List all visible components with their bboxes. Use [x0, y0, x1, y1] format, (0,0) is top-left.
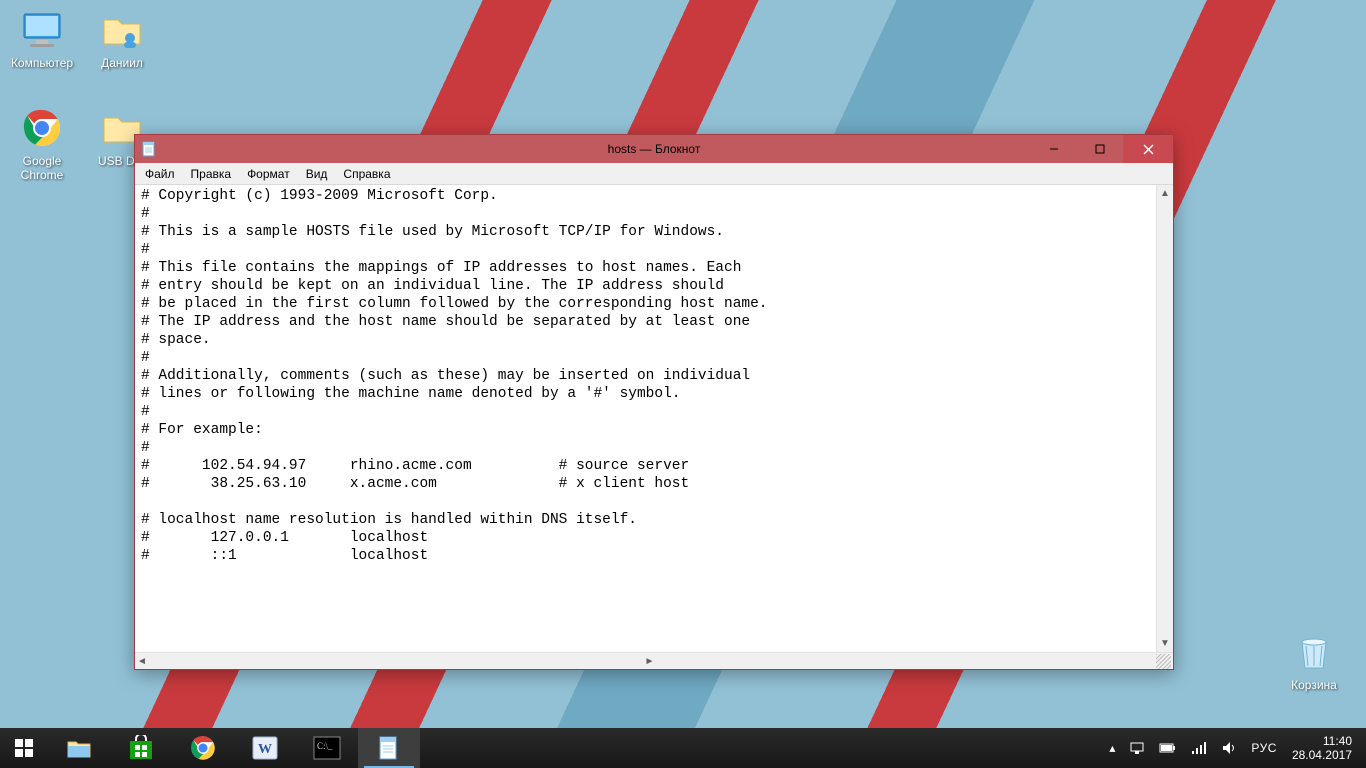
tray-language[interactable]: РУС — [1246, 741, 1282, 755]
system-tray: ▴ РУС 11:40 28.04.2017 — [1096, 728, 1366, 768]
taskbar-item-explorer[interactable] — [48, 728, 110, 768]
desktop-icon-computer[interactable]: Компьютер — [6, 6, 78, 86]
tray-action-center-icon[interactable] — [1124, 740, 1150, 756]
taskbar: W C:\_ ▴ РУС 11:40 28.04.2017 — [0, 728, 1366, 768]
taskbar-item-cmd[interactable]: C:\_ — [296, 728, 358, 768]
tray-time: 11:40 — [1292, 734, 1352, 748]
window-controls — [1031, 135, 1173, 163]
resize-grip-icon[interactable] — [1156, 654, 1171, 669]
scroll-up-icon[interactable]: ▲ — [1157, 185, 1173, 202]
minimize-button[interactable] — [1031, 135, 1077, 163]
close-button[interactable] — [1123, 135, 1173, 163]
desktop-icon-label: Компьютер — [11, 56, 73, 70]
scroll-down-icon[interactable]: ▼ — [1157, 635, 1173, 652]
start-button[interactable] — [0, 728, 48, 768]
desktop-icon-user-folder[interactable]: Даниил — [86, 6, 158, 86]
tray-volume-icon[interactable] — [1216, 741, 1242, 755]
taskbar-item-store[interactable] — [110, 728, 172, 768]
tray-clock[interactable]: 11:40 28.04.2017 — [1286, 734, 1358, 762]
editor-area: # Copyright (c) 1993-2009 Microsoft Corp… — [135, 185, 1173, 652]
taskbar-item-notepad[interactable] — [358, 728, 420, 768]
folder-user-icon — [98, 6, 146, 54]
tray-battery-icon[interactable] — [1154, 742, 1182, 754]
tray-network-icon[interactable] — [1186, 741, 1212, 755]
scroll-left-icon[interactable]: ◄ — [137, 656, 147, 667]
taskbar-item-chrome[interactable] — [172, 728, 234, 768]
taskbar-item-word[interactable]: W — [234, 728, 296, 768]
desktop-icon-label: Корзина — [1291, 678, 1337, 692]
desktop-icon-chrome[interactable]: Google Chrome — [6, 104, 78, 184]
monitor-icon — [18, 6, 66, 54]
menu-format[interactable]: Формат — [239, 165, 298, 183]
notepad-window: hosts — Блокнот Файл Правка Формат Вид С… — [134, 134, 1174, 670]
window-title: hosts — Блокнот — [135, 142, 1173, 156]
notepad-app-icon — [135, 141, 163, 157]
tray-date: 28.04.2017 — [1292, 748, 1352, 762]
svg-text:W: W — [258, 742, 272, 757]
svg-text:C:\_: C:\_ — [317, 741, 333, 751]
scroll-right-icon[interactable]: ► — [645, 656, 655, 667]
desktop-icon-label: Даниил — [101, 56, 143, 70]
maximize-button[interactable] — [1077, 135, 1123, 163]
chrome-icon — [18, 104, 66, 152]
text-content[interactable]: # Copyright (c) 1993-2009 Microsoft Corp… — [135, 185, 1156, 652]
horizontal-scrollbar[interactable]: ◄ ► — [135, 652, 1173, 669]
titlebar[interactable]: hosts — Блокнот — [135, 135, 1173, 163]
menu-view[interactable]: Вид — [298, 165, 336, 183]
desktop-icon-label: Google Chrome — [7, 154, 77, 182]
recycle-bin-icon — [1290, 628, 1338, 676]
vertical-scrollbar[interactable]: ▲ ▼ — [1156, 185, 1173, 652]
desktop-icon-recycle-bin[interactable]: Корзина — [1278, 628, 1350, 708]
menu-edit[interactable]: Правка — [183, 165, 240, 183]
menubar: Файл Правка Формат Вид Справка — [135, 163, 1173, 185]
tray-show-hidden-icon[interactable]: ▴ — [1104, 741, 1120, 755]
menu-help[interactable]: Справка — [335, 165, 398, 183]
menu-file[interactable]: Файл — [137, 165, 183, 183]
